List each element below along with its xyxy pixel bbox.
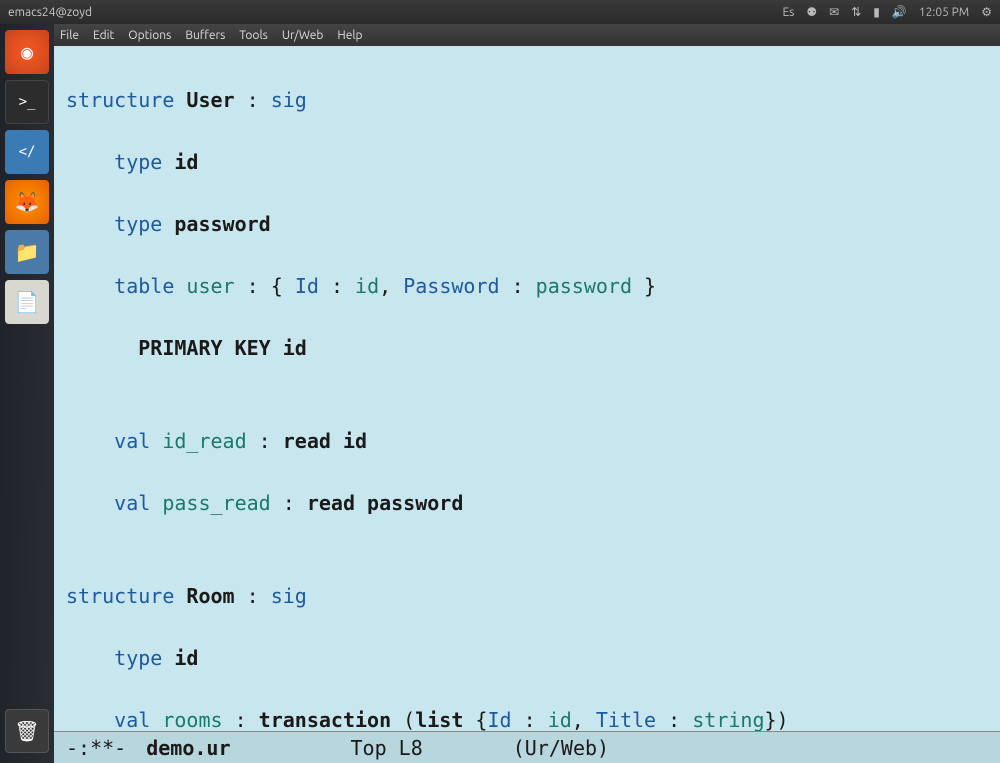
menu-file[interactable]: File (60, 29, 79, 42)
editor-buffer[interactable]: structure User : sig type id type passwo… (54, 46, 1000, 731)
menu-options[interactable]: Options (128, 29, 171, 42)
menu-buffers[interactable]: Buffers (185, 29, 225, 42)
menu-urweb[interactable]: Ur/Web (282, 29, 324, 42)
launcher-editor-icon[interactable]: </ (5, 130, 49, 174)
bluetooth-icon[interactable]: ⚉ (806, 5, 817, 19)
keyboard-lang-indicator[interactable]: Es (782, 6, 794, 19)
modeline-position: Top L8 (351, 736, 423, 760)
window-title: emacs24@zoyd (8, 6, 92, 19)
launcher-files-icon[interactable]: 📁 (5, 230, 49, 274)
menu-help[interactable]: Help (337, 29, 362, 42)
menu-tools[interactable]: Tools (239, 29, 268, 42)
emacs-modeline: -:**- demo.ur Top L8 (Ur/Web) (54, 731, 1000, 763)
emacs-menubar: File Edit Options Buffers Tools Ur/Web H… (54, 24, 1000, 46)
mail-icon[interactable]: ✉ (829, 5, 839, 19)
emacs-window: File Edit Options Buffers Tools Ur/Web H… (54, 24, 1000, 763)
launcher-firefox-icon[interactable]: 🦊 (5, 180, 49, 224)
modeline-status: -:**- (66, 736, 126, 760)
system-top-panel: emacs24@zoyd Es ⚉ ✉ ⇅ ▮ 🔊 12:05 PM ⚙ (0, 0, 1000, 24)
gear-icon[interactable]: ⚙ (981, 5, 992, 19)
modeline-filename: demo.ur (146, 736, 230, 760)
launcher-dash-icon[interactable]: ◉ (5, 30, 49, 74)
launcher-office-icon[interactable]: 📄 (5, 280, 49, 324)
clock[interactable]: 12:05 PM (919, 6, 969, 19)
menu-edit[interactable]: Edit (93, 29, 114, 42)
launcher-trash-icon[interactable]: 🗑 (5, 709, 49, 753)
network-icon[interactable]: ⇅ (851, 5, 861, 19)
modeline-mode: (Ur/Web) (513, 736, 609, 760)
volume-icon[interactable]: 🔊 (892, 5, 907, 19)
unity-launcher: ◉ >_ </ 🦊 📁 📄 🗑 (0, 24, 54, 763)
launcher-terminal-icon[interactable]: >_ (5, 80, 49, 124)
battery-icon[interactable]: ▮ (873, 5, 880, 19)
